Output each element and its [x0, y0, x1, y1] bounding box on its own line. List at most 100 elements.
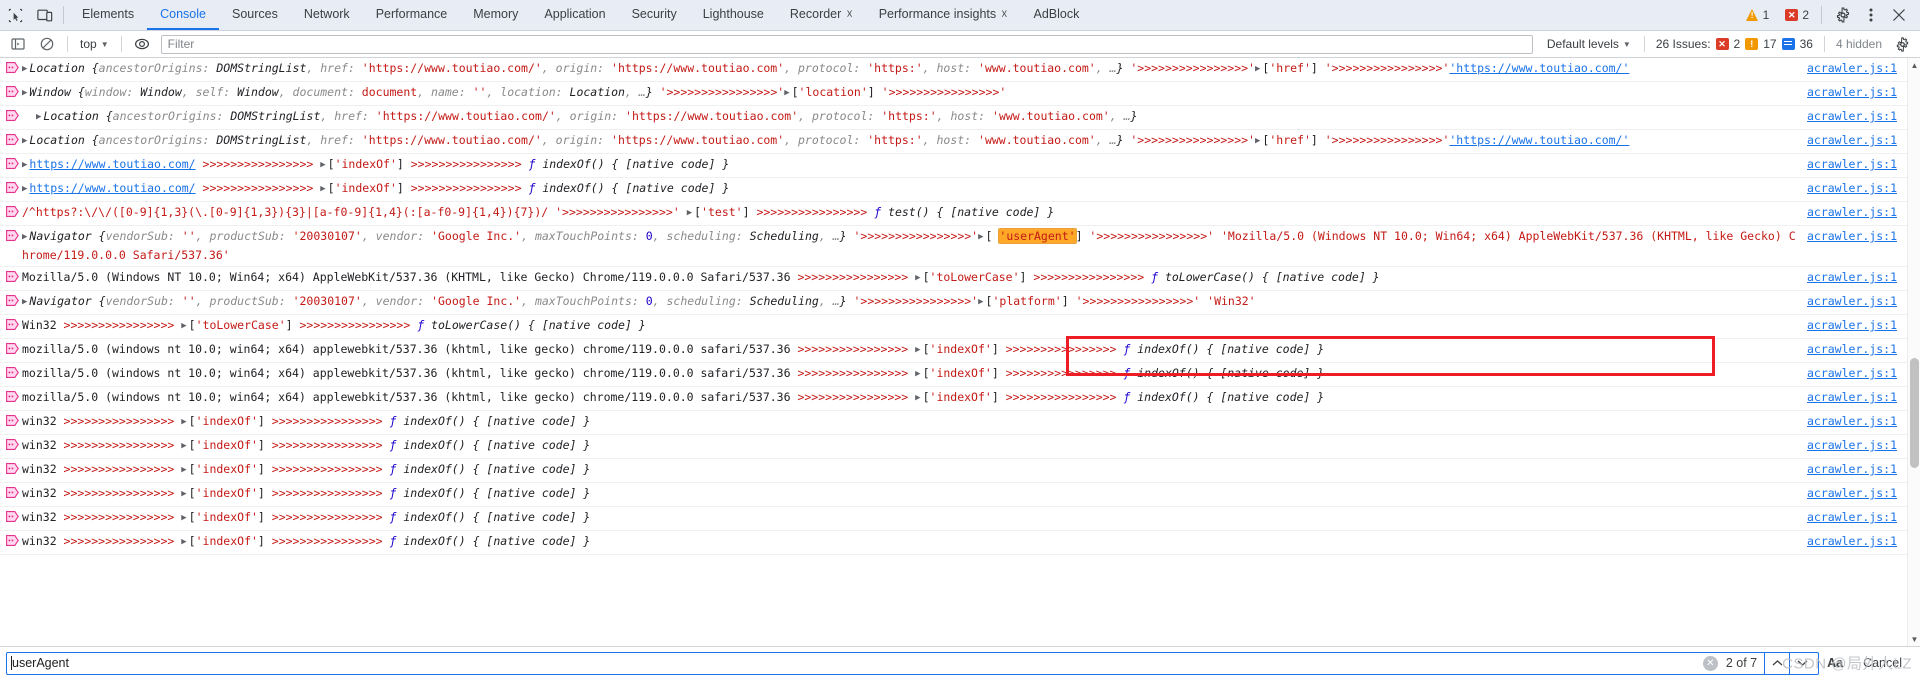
console-link[interactable]: 'https://www.toutiao.com/': [1449, 61, 1629, 75]
console-row[interactable]: /^https?:\/\/([0-9]{1,3}(\.[0-9]{1,3}){3…: [0, 202, 1907, 226]
tab-security[interactable]: Security: [619, 0, 690, 30]
console-output-area[interactable]: ▶ Location {ancestorOrigins: DOMStringLis…: [0, 58, 1920, 646]
console-source-link[interactable]: acrawler.js:1: [1807, 84, 1907, 101]
console-token[interactable]: ▶: [1255, 61, 1260, 78]
console-row[interactable]: Mozilla/5.0 (Windows NT 10.0; Win64; x64…: [0, 267, 1907, 291]
console-row[interactable]: win32 >>>>>>>>>>>>>>>> ▶ ['indexOf'] >>>>…: [0, 411, 1907, 435]
console-source-link[interactable]: acrawler.js:1: [1807, 269, 1907, 286]
console-token[interactable]: ▶: [915, 270, 920, 287]
console-token[interactable]: ▶: [181, 486, 186, 503]
more-vertical-icon[interactable]: [1858, 2, 1884, 28]
tab-performance-insights[interactable]: Performance insights ☓: [866, 0, 1021, 30]
tab-elements[interactable]: Elements: [69, 0, 147, 30]
console-token[interactable]: ▶: [181, 462, 186, 479]
console-source-link[interactable]: acrawler.js:1: [1807, 437, 1907, 454]
console-source-link[interactable]: acrawler.js:1: [1807, 132, 1907, 149]
tab-performance[interactable]: Performance: [363, 0, 461, 30]
console-row[interactable]: win32 >>>>>>>>>>>>>>>> ▶ ['indexOf'] >>>>…: [0, 507, 1907, 531]
search-input[interactable]: userAgent ✕ 2 of 7: [6, 651, 1820, 675]
clear-console-icon[interactable]: [34, 33, 60, 55]
expand-triangle-icon[interactable]: ▶: [22, 85, 27, 102]
console-link[interactable]: 'https://www.toutiao.com/': [1449, 133, 1629, 147]
console-source-link[interactable]: acrawler.js:1: [1807, 341, 1907, 358]
expand-triangle-icon[interactable]: ▶: [36, 109, 41, 126]
console-token[interactable]: ▶: [915, 366, 920, 383]
console-link[interactable]: https://www.toutiao.com/: [29, 157, 195, 171]
console-token[interactable]: ▶: [181, 534, 186, 551]
console-token[interactable]: ▶: [320, 157, 325, 174]
expand-triangle-icon[interactable]: ▶: [22, 61, 27, 78]
expand-triangle-icon[interactable]: ▶: [22, 157, 27, 174]
console-row[interactable]: win32 >>>>>>>>>>>>>>>> ▶ ['indexOf'] >>>>…: [0, 483, 1907, 507]
console-source-link[interactable]: acrawler.js:1: [1807, 180, 1907, 197]
console-source-link[interactable]: acrawler.js:1: [1807, 317, 1907, 334]
console-token[interactable]: ▶: [181, 510, 186, 527]
tab-sources[interactable]: Sources: [219, 0, 291, 30]
cancel-button[interactable]: Cancel: [1851, 656, 1914, 670]
console-row[interactable]: ▶ Location {ancestorOrigins: DOMStringLis…: [0, 130, 1907, 154]
console-source-link[interactable]: acrawler.js:1: [1807, 365, 1907, 382]
device-toolbar-icon[interactable]: [30, 0, 60, 30]
console-source-link[interactable]: acrawler.js:1: [1807, 293, 1907, 310]
search-prev-button[interactable]: [1764, 651, 1789, 675]
console-row[interactable]: Win32 >>>>>>>>>>>>>>>> ▶ ['toLowerCase'] …: [0, 315, 1907, 339]
console-row[interactable]: ▶ Navigator {vendorSub: '', productSub: '…: [0, 226, 1907, 267]
console-source-link[interactable]: acrawler.js:1: [1807, 533, 1907, 550]
console-source-link[interactable]: acrawler.js:1: [1807, 461, 1907, 478]
console-source-link[interactable]: acrawler.js:1: [1807, 485, 1907, 502]
match-case-button[interactable]: Aa: [1819, 656, 1851, 670]
console-source-link[interactable]: acrawler.js:1: [1807, 228, 1907, 245]
console-row[interactable]: ▶ https://www.toutiao.com/ >>>>>>>>>>>>>>…: [0, 154, 1907, 178]
console-token[interactable]: ▶: [1255, 133, 1260, 150]
console-token[interactable]: ▶: [915, 390, 920, 407]
expand-triangle-icon[interactable]: ▶: [22, 229, 27, 246]
console-source-link[interactable]: acrawler.js:1: [1807, 60, 1907, 77]
tab-lighthouse[interactable]: Lighthouse: [690, 0, 777, 30]
log-levels-dropdown[interactable]: Default levels ▼: [1541, 37, 1637, 51]
inspect-element-icon[interactable]: [0, 0, 30, 30]
live-expression-eye-icon[interactable]: [129, 33, 155, 55]
scroll-up-arrow-icon[interactable]: ▲: [1908, 58, 1920, 72]
console-row[interactable]: ▶ Location {ancestorOrigins: DOMStringLis…: [0, 58, 1907, 82]
console-token[interactable]: ▶: [978, 294, 983, 311]
console-source-link[interactable]: acrawler.js:1: [1807, 156, 1907, 173]
console-source-link[interactable]: acrawler.js:1: [1807, 108, 1907, 125]
console-token[interactable]: ▶: [915, 342, 920, 359]
console-row[interactable]: win32 >>>>>>>>>>>>>>>> ▶ ['indexOf'] >>>>…: [0, 435, 1907, 459]
console-source-link[interactable]: acrawler.js:1: [1807, 204, 1907, 221]
console-scrollbar[interactable]: ▲ ▼: [1907, 58, 1920, 646]
console-row[interactable]: ▶ Location {ancestorOrigins: DOMStringLis…: [0, 106, 1907, 130]
console-link[interactable]: https://www.toutiao.com/: [29, 181, 195, 195]
console-token[interactable]: ▶: [978, 229, 983, 246]
console-token[interactable]: ▶: [784, 85, 789, 102]
console-settings-gear-icon[interactable]: [1889, 33, 1915, 55]
tab-network[interactable]: Network: [291, 0, 363, 30]
console-token[interactable]: ▶: [181, 318, 186, 335]
tab-adblock[interactable]: AdBlock: [1021, 0, 1093, 30]
expand-triangle-icon[interactable]: ▶: [22, 133, 27, 150]
close-icon[interactable]: [1886, 2, 1912, 28]
expand-triangle-icon[interactable]: ▶: [22, 181, 27, 198]
console-token[interactable]: ▶: [320, 181, 325, 198]
warning-count-badge[interactable]: 1: [1742, 8, 1774, 22]
clear-icon[interactable]: ✕: [1702, 655, 1718, 671]
console-token[interactable]: ▶: [687, 205, 692, 222]
scrollbar-thumb[interactable]: [1910, 358, 1919, 468]
execution-context-selector[interactable]: top ▼: [75, 34, 114, 54]
console-row[interactable]: mozilla/5.0 (windows nt 10.0; win64; x64…: [0, 363, 1907, 387]
tab-application[interactable]: Application: [531, 0, 618, 30]
console-row[interactable]: ▶ Navigator {vendorSub: '', productSub: '…: [0, 291, 1907, 315]
gear-icon[interactable]: [1830, 2, 1856, 28]
console-token[interactable]: ▶: [181, 438, 186, 455]
console-source-link[interactable]: acrawler.js:1: [1807, 389, 1907, 406]
tab-memory[interactable]: Memory: [460, 0, 531, 30]
console-row[interactable]: ▶ Window {window: Window, self: Window, d…: [0, 82, 1907, 106]
search-next-button[interactable]: [1789, 651, 1814, 675]
console-row[interactable]: win32 >>>>>>>>>>>>>>>> ▶ ['indexOf'] >>>>…: [0, 531, 1907, 555]
expand-triangle-icon[interactable]: ▶: [22, 294, 27, 311]
console-source-link[interactable]: acrawler.js:1: [1807, 413, 1907, 430]
error-count-badge[interactable]: ✕ 2: [1781, 8, 1813, 22]
console-token[interactable]: ▶: [181, 414, 186, 431]
scroll-down-arrow-icon[interactable]: ▼: [1908, 632, 1920, 646]
filter-input[interactable]: Filter: [160, 34, 1533, 54]
